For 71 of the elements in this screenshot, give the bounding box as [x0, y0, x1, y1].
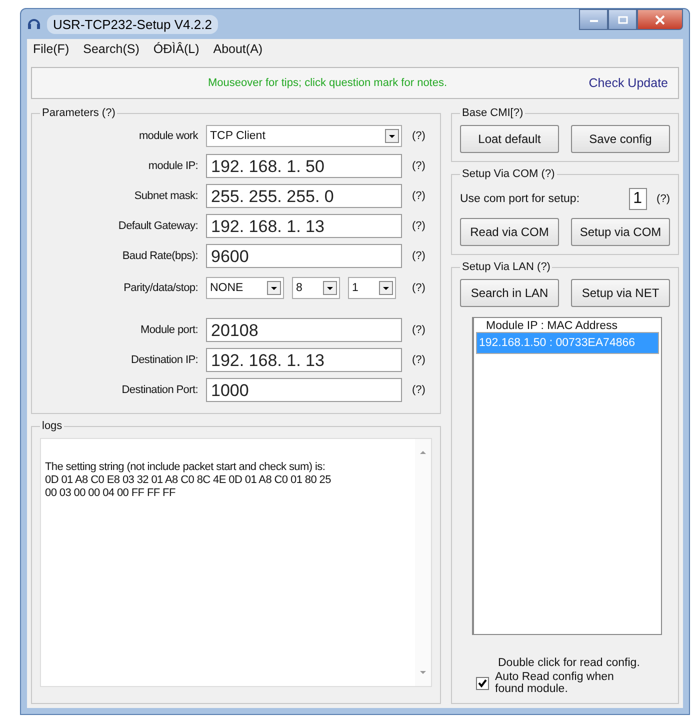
input-field[interactable]: 1000	[206, 378, 402, 402]
push-button[interactable]: Save config	[571, 125, 670, 153]
help-link[interactable]: (?)	[412, 220, 426, 232]
push-button[interactable]: Search in LAN	[460, 279, 559, 307]
help-link[interactable]: (?)	[412, 384, 426, 396]
help-link[interactable]: (?)	[412, 190, 426, 202]
group-title: Base CMI[?)	[462, 107, 524, 119]
log-line: 00 03 00 00 04 00 FF FF FF	[45, 487, 176, 500]
minimize-button[interactable]	[579, 9, 608, 30]
log-line: The setting string (not include packet start and check sum) is:	[45, 461, 326, 474]
input-field[interactable]: 255. 255. 255. 0	[206, 184, 402, 208]
field-label: Use com port for setup:	[460, 193, 580, 205]
menu-item[interactable]: Search(S)	[83, 42, 140, 56]
input-field[interactable]: 192. 168. 1. 13	[206, 214, 402, 238]
dropdown[interactable]: 1	[348, 277, 396, 299]
maximize-button[interactable]	[608, 9, 637, 30]
log-textbox[interactable]: The setting string (not include packet start and check sum) is: 0D 01 A8 C0 E8 03 32 01 A8 C0 8C 4E 0D 01 A8 C0 01 80 25 00 03 00 00 04 00 FF FF FF	[40, 438, 432, 687]
push-button[interactable]: Read via COM	[460, 218, 559, 246]
field-label: Default Gateway:	[117, 220, 199, 232]
maximize-icon	[618, 16, 628, 24]
field-label: Parity/data/stop:	[122, 282, 199, 294]
help-link[interactable]: (?)	[541, 168, 555, 180]
list-header: Module IP : MAC Address	[485, 320, 618, 332]
input-field[interactable]: 9600	[206, 244, 402, 268]
menu-item[interactable]: File(F)	[33, 42, 70, 56]
window-title: USR-TCP232-Setup V4.2.2	[47, 14, 218, 34]
group-title: Setup Via COM	[462, 168, 538, 180]
help-link[interactable]: (?)	[412, 250, 426, 262]
menu-item[interactable]: About(A)	[213, 42, 263, 56]
menu-item[interactable]: ÓÐÌÂ(L)	[153, 42, 200, 56]
port-field[interactable]: 1	[628, 188, 647, 210]
input-field[interactable]: 192. 168. 1. 50	[206, 154, 402, 178]
field-label: module work	[138, 130, 200, 142]
log-line: 0D 01 A8 C0 E8 03 32 01 A8 C0 8C 4E 0D 01 A8 C0 01 80 25	[45, 474, 332, 487]
help-link[interactable]: (?)	[102, 107, 116, 119]
help-link[interactable]: (?)	[412, 354, 426, 366]
hint-text: Double click for read config.	[498, 657, 641, 669]
close-button[interactable]	[637, 9, 683, 30]
help-link[interactable]: (?)	[412, 282, 426, 294]
help-link[interactable]: (?)	[656, 193, 670, 205]
dropdown[interactable]: 8	[292, 277, 340, 299]
group-title: Parameters	[42, 107, 99, 119]
headset-icon	[27, 17, 41, 31]
push-button[interactable]: Loat default	[460, 125, 559, 153]
scroll-up-icon[interactable]	[419, 449, 427, 455]
input-field[interactable]: 192. 168. 1. 13	[206, 348, 402, 372]
help-link[interactable]: (?)	[412, 130, 426, 142]
checkbox-label: Auto Read config when found module.	[495, 671, 615, 695]
close-icon	[655, 14, 665, 24]
scroll-down-icon[interactable]	[419, 670, 427, 676]
push-button[interactable]: Setup via COM	[571, 218, 670, 246]
tip-text: Mouseover for tips; click question mark for notes.	[208, 77, 448, 89]
group-title: logs	[42, 420, 62, 432]
dropdown[interactable]: TCP Client	[206, 125, 402, 147]
field-label: Baud Rate(bps):	[121, 250, 199, 262]
field-label: Subnet mask:	[133, 190, 199, 202]
field-label: Module port:	[139, 324, 199, 336]
group-title: Setup Via LAN	[462, 261, 534, 273]
push-button[interactable]: Setup via NET	[571, 279, 670, 307]
field-label: Destination IP:	[130, 354, 199, 366]
input-field[interactable]: 20108	[206, 318, 402, 342]
scrollbar[interactable]	[415, 439, 431, 686]
help-link[interactable]: (?)	[537, 261, 550, 273]
module-list[interactable]: Module IP : MAC Address 192.168.1.50 : 00733EA74866	[472, 317, 662, 635]
field-label: Destination Port:	[120, 384, 199, 396]
check-update-link[interactable]: Check Update	[588, 76, 668, 90]
help-link[interactable]: (?)	[412, 160, 426, 172]
dropdown[interactable]: NONE	[206, 277, 284, 299]
field-label: module IP:	[147, 160, 199, 172]
checkbox[interactable]	[476, 677, 489, 690]
help-link[interactable]: (?)	[412, 324, 426, 336]
